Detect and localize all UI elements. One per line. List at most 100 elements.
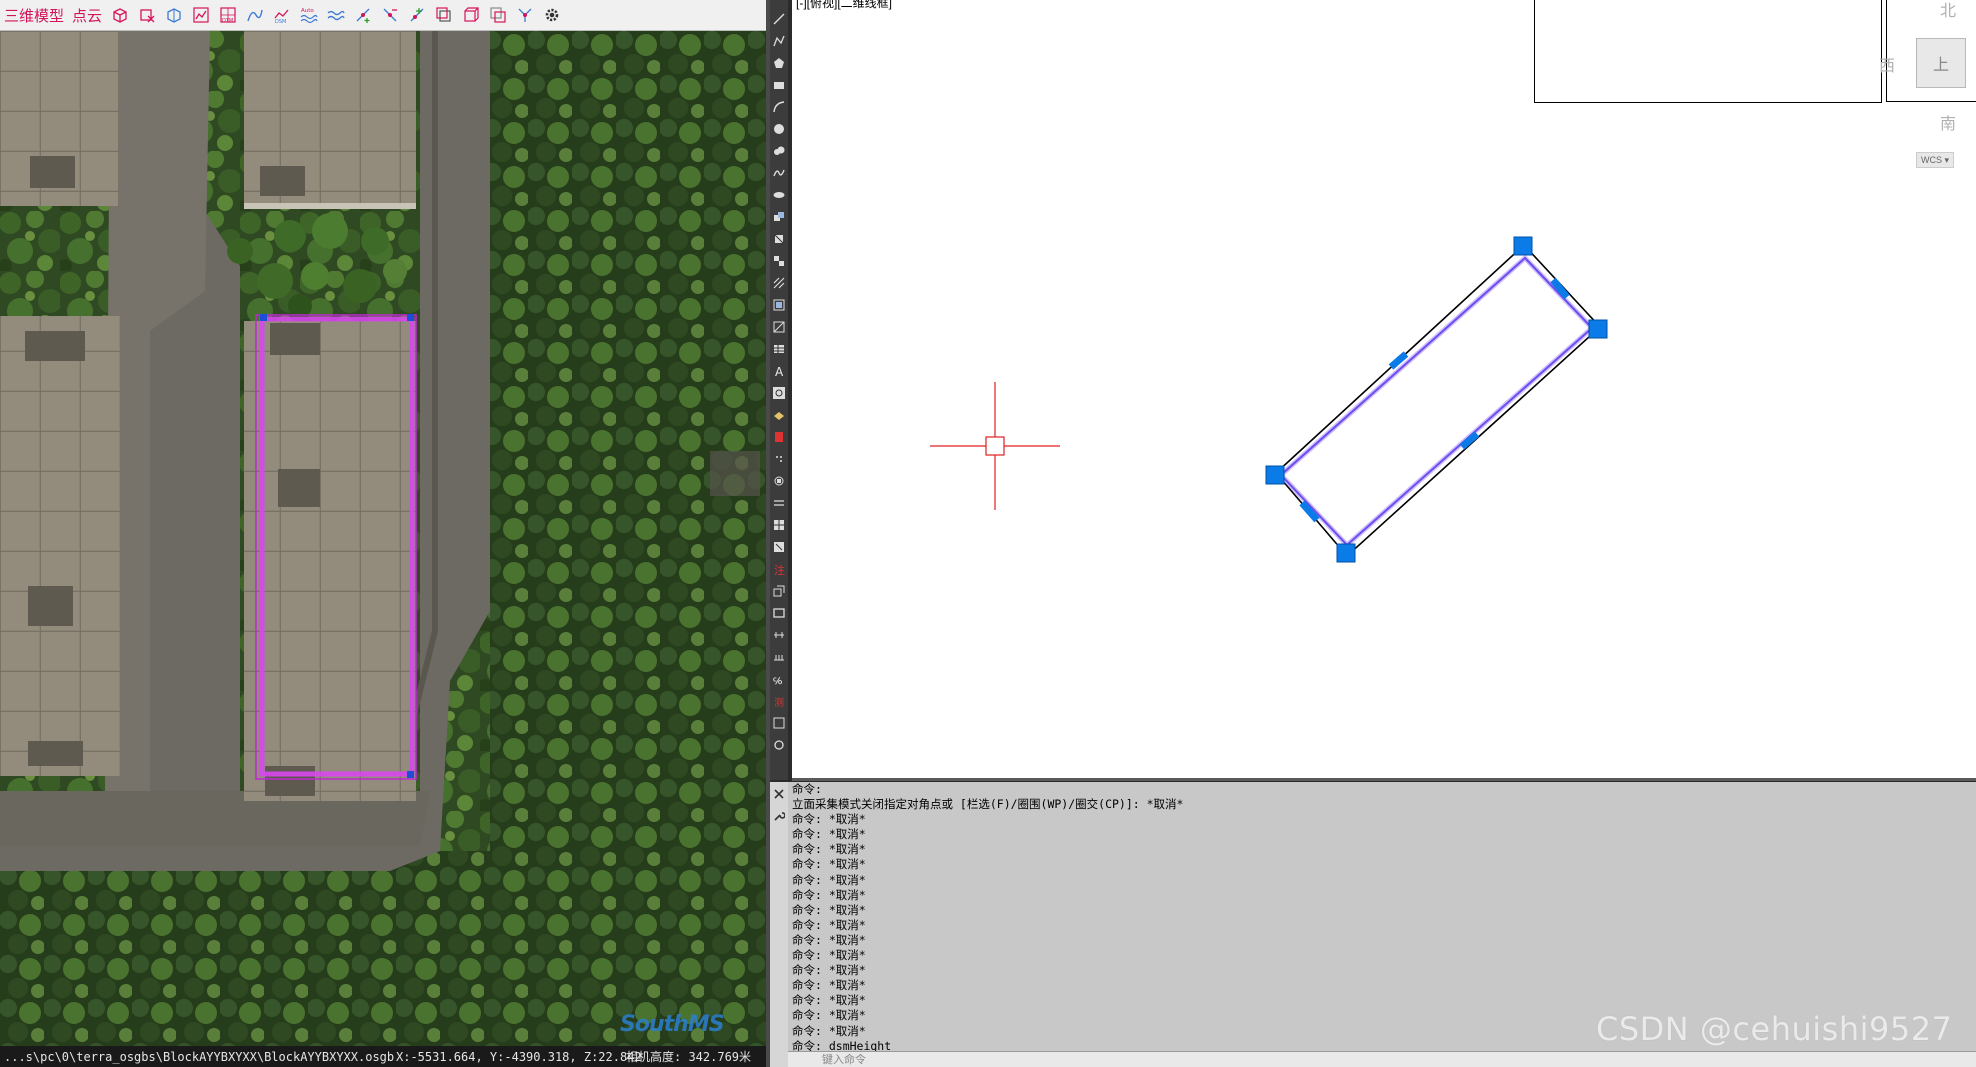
command-line: 命令: *取消*	[792, 902, 866, 917]
point-add-icon[interactable]	[353, 5, 373, 25]
vertex-grip[interactable]	[1513, 236, 1533, 256]
join-icon[interactable]: 测	[772, 694, 786, 708]
svg-text:℅: ℅	[773, 677, 782, 686]
wave-icon[interactable]	[326, 5, 346, 25]
crosshair-cursor	[930, 382, 1060, 510]
rotate-icon[interactable]: 注	[772, 562, 786, 576]
command-line: 命令: *取消*	[792, 948, 866, 963]
model-toolbar: 三维模型 点云 DTM DSM Auto	[0, 0, 766, 31]
command-line: 命令: *取消*	[792, 872, 866, 887]
table-icon[interactable]	[772, 342, 786, 356]
model-viewer-pane[interactable]: 三维模型 点云 DTM DSM Auto SouthMS ...s\pc\0\t…	[0, 0, 766, 1067]
tab-3d-model[interactable]: 三维模型	[4, 5, 64, 26]
svg-text:测: 测	[774, 696, 784, 708]
vertex-grip[interactable]	[1336, 543, 1356, 563]
text-icon[interactable]: A	[772, 364, 786, 378]
command-line: 命令: *取消*	[792, 978, 866, 993]
erase-icon[interactable]	[772, 430, 786, 444]
circle-small-icon[interactable]	[772, 738, 786, 752]
dsm-icon[interactable]: DSM	[272, 5, 292, 25]
wave-auto-icon[interactable]: Auto	[299, 5, 319, 25]
box-cut-icon[interactable]	[137, 5, 157, 25]
point-icon[interactable]	[772, 254, 786, 268]
command-line: 命令: *取消*	[792, 1023, 866, 1038]
command-line: 命令: *取消*	[792, 917, 866, 932]
command-line: 命令: *取消*	[792, 842, 866, 857]
curve-icon[interactable]	[245, 5, 265, 25]
chamfer-icon[interactable]	[772, 716, 786, 730]
command-input[interactable]: 键入命令	[788, 1051, 1976, 1067]
box-icon[interactable]	[110, 5, 130, 25]
rectangle-icon[interactable]	[772, 78, 786, 92]
aerial-model-view[interactable]	[0, 31, 766, 1046]
cloud-icon[interactable]	[772, 144, 786, 158]
insert-block-icon[interactable]	[772, 210, 786, 224]
point-remove-icon[interactable]	[380, 5, 400, 25]
move-icon[interactable]	[772, 540, 786, 554]
svg-text:DSM: DSM	[275, 19, 286, 24]
box-edit-icon[interactable]	[164, 5, 184, 25]
wrench-icon[interactable]	[773, 810, 785, 822]
southms-logo: SouthMS	[620, 1012, 725, 1037]
polygon-icon[interactable]	[772, 56, 786, 70]
midpoint-grip[interactable]	[1459, 431, 1480, 450]
hatch-icon[interactable]	[772, 276, 786, 290]
command-line: 命令: *取消*	[792, 857, 866, 872]
copy-icon[interactable]	[772, 452, 786, 466]
square-icon[interactable]	[488, 5, 508, 25]
model-status-bar: ...s\pc\0\terra_osgbs\BlockAYYBXYXX\Bloc…	[0, 1046, 766, 1067]
csdn-watermark: CSDN @cehuishi9527	[1596, 1010, 1953, 1048]
draw-toolbar: A 注 ℅ 测	[770, 0, 788, 780]
cube-icon[interactable]	[461, 5, 481, 25]
ellipse-icon[interactable]	[772, 188, 786, 202]
nodes-icon[interactable]	[515, 5, 535, 25]
scale-icon[interactable]	[772, 584, 786, 598]
close-icon[interactable]	[773, 788, 785, 800]
chart-icon[interactable]	[191, 5, 211, 25]
command-line: 命令: *取消*	[792, 1008, 866, 1023]
command-line: 命令: *取消*	[792, 993, 866, 1008]
trim-icon[interactable]	[772, 628, 786, 642]
point-move-icon[interactable]	[407, 5, 427, 25]
dsm-label: DTM	[222, 18, 233, 24]
gradient-icon[interactable]	[772, 298, 786, 312]
command-window-handle[interactable]	[770, 782, 789, 1067]
auto-label: Auto	[301, 8, 314, 14]
cad-canvas[interactable]	[792, 0, 1976, 778]
svg-text:A: A	[775, 365, 784, 378]
command-line: 命令:	[792, 782, 822, 796]
command-history: 命令: 立面采集模式关闭指定对角点或 [栏选(F)/圈围(WP)/圈交(CP)]:…	[792, 782, 1456, 1067]
array-icon[interactable]	[772, 518, 786, 532]
drawing-area-border	[792, 778, 1976, 781]
vertex-grip[interactable]	[1588, 319, 1608, 339]
command-input-placeholder: 键入命令	[822, 1053, 866, 1066]
spline-icon[interactable]	[772, 166, 786, 180]
cad-drawing-area[interactable]: [-][俯视][二维线框] 北 西 南 上 WCS ▾	[792, 0, 1976, 778]
circle-icon[interactable]	[772, 122, 786, 136]
svg-text:注: 注	[774, 563, 785, 576]
polyline-icon[interactable]	[772, 34, 786, 48]
stretch-icon[interactable]	[772, 606, 786, 620]
line-icon[interactable]	[772, 12, 786, 26]
command-line: 命令: *取消*	[792, 963, 866, 978]
layer-icon[interactable]	[772, 408, 786, 422]
break-icon[interactable]: ℅	[772, 672, 786, 686]
cursor-coordinates: X:-5531.664, Y:-4390.318, Z:22.842	[396, 1049, 642, 1064]
vertex-grip[interactable]	[1265, 465, 1285, 485]
node-icon[interactable]	[434, 5, 454, 25]
make-block-icon[interactable]	[772, 232, 786, 246]
camera-height: 相机高度: 342.769米	[626, 1050, 752, 1064]
tab-point-cloud[interactable]: 点云	[72, 5, 102, 26]
extend-icon[interactable]	[772, 650, 786, 664]
mirror-icon[interactable]	[772, 474, 786, 488]
zoom-icon[interactable]	[772, 386, 786, 400]
offset-icon[interactable]	[772, 496, 786, 510]
region-icon[interactable]	[772, 320, 786, 334]
gear-icon[interactable]	[542, 5, 562, 25]
selected-polyline[interactable]	[1265, 236, 1608, 563]
chart-grid-icon[interactable]: DTM	[218, 5, 238, 25]
command-line: 命令: *取消*	[792, 932, 866, 947]
command-line: 命令: *取消*	[792, 887, 866, 902]
model-file-path: ...s\pc\0\terra_osgbs\BlockAYYBXYXX\Bloc…	[4, 1049, 395, 1064]
arc-icon[interactable]	[772, 100, 786, 114]
